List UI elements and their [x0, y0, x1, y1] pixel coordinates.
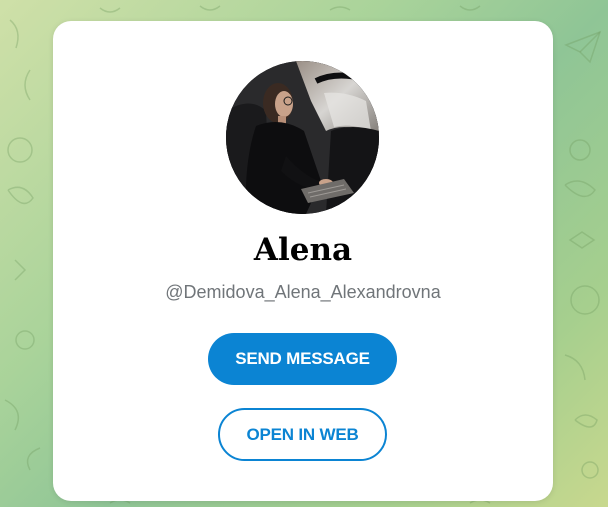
send-message-button[interactable]: SEND MESSAGE — [208, 333, 397, 385]
profile-photo-icon — [226, 61, 379, 214]
profile-username: @Demidova_Alena_Alexandrovna — [165, 282, 441, 302]
avatar — [226, 61, 379, 214]
profile-name: Alena — [253, 232, 353, 268]
open-in-web-button[interactable]: OPEN IN WEB — [218, 408, 387, 461]
